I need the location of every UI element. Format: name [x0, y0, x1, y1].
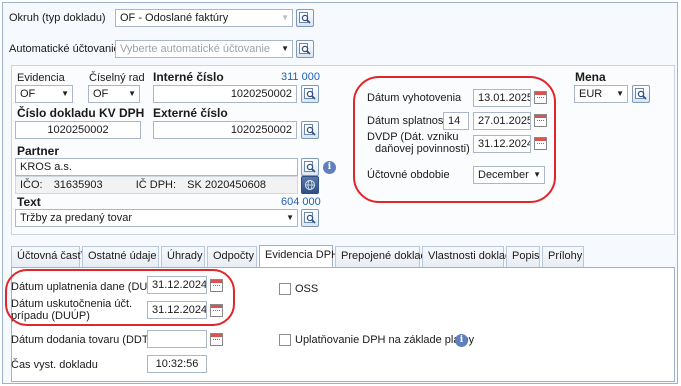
info-icon[interactable]: i	[455, 334, 468, 347]
search-icon	[299, 12, 311, 24]
evidencia-label: Evidencia	[17, 72, 65, 84]
search-icon	[635, 88, 647, 100]
document-form: Okruh (typ dokladu) OF - Odoslané faktúr…	[2, 2, 678, 384]
chevron-down-icon: ▼	[281, 13, 289, 22]
chevron-down-icon: ▼	[281, 44, 289, 53]
search-icon	[304, 161, 316, 173]
chevron-down-icon: ▼	[128, 89, 136, 98]
ciselny-rad-value: OF	[93, 88, 109, 100]
mena-label: Mena	[575, 70, 606, 84]
ico-label: IČO:	[20, 179, 43, 191]
tab-odpocty[interactable]: Odpočty	[207, 246, 257, 267]
interne-cislo-search-button[interactable]	[301, 85, 319, 103]
interne-cislo-count[interactable]: 311 000	[281, 71, 320, 83]
partner-label: Partner	[17, 144, 60, 158]
kv-dph-label: Číslo dokladu KV DPH	[17, 106, 145, 120]
interne-cislo-input[interactable]: 1020250002	[153, 85, 297, 103]
ic-dph-value: SK 2020450608	[187, 179, 267, 191]
okruh-search-button[interactable]	[296, 9, 314, 27]
tab-uhrady[interactable]: Úhrady	[161, 246, 205, 267]
tab-evidencia-dph[interactable]: Evidencia DPH	[259, 245, 339, 267]
highlight-dates	[353, 76, 556, 203]
dph-platby-label: Uplatňovanie DPH na základe platby	[295, 334, 475, 346]
ciselny-rad-label: Číselný rad	[89, 72, 145, 84]
partner-web-button[interactable]	[301, 176, 319, 194]
oss-label: OSS	[295, 283, 319, 295]
auto-uctovanie-label: Automatické účtovanie	[9, 43, 120, 55]
ciselny-rad-select[interactable]: OF ▼	[88, 85, 140, 103]
text-label: Text	[17, 195, 41, 209]
okruh-select[interactable]: OF - Odoslané faktúry ▼	[115, 9, 293, 27]
search-icon	[299, 43, 311, 55]
ddt-label: Dátum dodania tovaru (DDT)	[11, 334, 153, 346]
search-icon	[304, 124, 316, 136]
search-icon	[304, 88, 316, 100]
tab-prilohy[interactable]: Prílohy	[542, 246, 584, 267]
text-count[interactable]: 604 000	[281, 196, 321, 208]
evidencia-select[interactable]: OF ▼	[15, 85, 73, 103]
kv-dph-input[interactable]: 1020250002	[15, 121, 141, 139]
evidencia-value: OF	[20, 88, 36, 100]
cas-vyst-label: Čas vyst. dokladu	[11, 359, 98, 371]
partner-search-button[interactable]	[301, 158, 319, 176]
tab-ostatne-udaje[interactable]: Ostatné údaje	[82, 246, 159, 267]
cas-vyst-input[interactable]: 10:32:56	[147, 355, 207, 373]
text-select[interactable]: Tržby za predaný tovar ▼	[15, 209, 298, 227]
chevron-down-icon: ▼	[286, 213, 294, 222]
auto-uctovanie-placeholder: Vyberte automatické účtovanie	[120, 43, 271, 55]
externe-cislo-search-button[interactable]	[301, 121, 319, 139]
partner-details: IČO: 31635903 IČ DPH: SK 2020450608	[15, 176, 298, 194]
auto-uctovanie-select[interactable]: Vyberte automatické účtovanie ▼	[115, 40, 293, 58]
tab-popis[interactable]: Popis	[506, 246, 540, 267]
chevron-down-icon: ▼	[61, 89, 69, 98]
info-icon[interactable]: i	[323, 161, 336, 174]
text-value: Tržby za predaný tovar	[20, 212, 133, 224]
ico-value: 31635903	[53, 179, 103, 191]
mena-search-button[interactable]	[632, 85, 650, 103]
auto-uctovanie-search-button[interactable]	[296, 40, 314, 58]
ddt-input[interactable]	[147, 330, 207, 348]
partner-input[interactable]: KROS a.s.	[15, 158, 298, 176]
chevron-down-icon: ▼	[616, 89, 624, 98]
okruh-value: OF - Odoslané faktúry	[120, 12, 229, 24]
interne-cislo-label: Interné číslo	[153, 70, 224, 84]
search-icon	[304, 212, 316, 224]
tab-vlastnosti-dokladu[interactable]: Vlastnosti dokladu	[422, 246, 517, 267]
externe-cislo-input[interactable]: 1020250002	[153, 121, 297, 139]
globe-icon	[305, 180, 315, 190]
ic-dph-label: IČ DPH:	[135, 179, 177, 191]
oss-checkbox[interactable]	[279, 283, 291, 295]
highlight-dph-dates	[5, 269, 235, 326]
calendar-icon[interactable]	[210, 333, 223, 346]
dph-platby-checkbox[interactable]	[279, 334, 291, 346]
mena-select[interactable]: EUR ▼	[574, 85, 628, 103]
externe-cislo-label: Externé číslo	[153, 106, 228, 120]
okruh-label: Okruh (typ dokladu)	[9, 12, 106, 24]
mena-value: EUR	[579, 88, 603, 100]
tab-uctovna-cast[interactable]: Účtovná časť	[11, 246, 82, 267]
tab-prepojene-doklady[interactable]: Prepojené doklady	[335, 246, 432, 267]
text-search-button[interactable]	[301, 209, 319, 227]
